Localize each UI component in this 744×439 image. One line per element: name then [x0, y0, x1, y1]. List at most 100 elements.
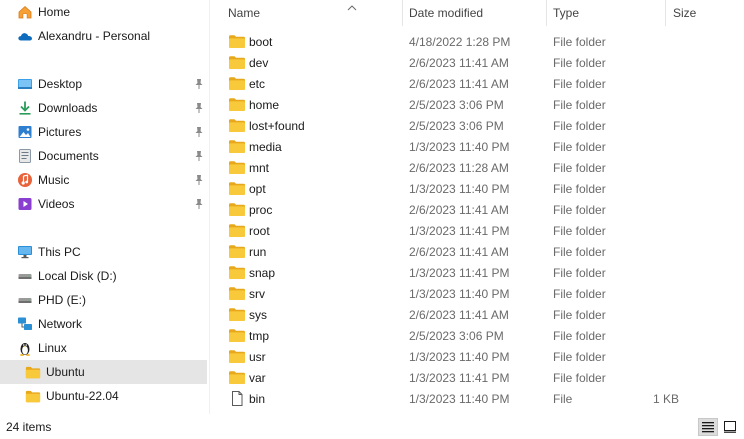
file-date-modified: 1/3/2023 11:40 PM: [409, 287, 510, 301]
file-type: File folder: [553, 329, 606, 343]
folder-icon: [228, 55, 246, 70]
file-name: etc: [249, 77, 266, 91]
file-date-modified: 2/6/2023 11:41 AM: [409, 56, 509, 70]
file-row[interactable]: root 1/3/2023 11:41 PM File folder: [214, 220, 744, 241]
file-row[interactable]: sys 2/6/2023 11:41 AM File folder: [214, 304, 744, 325]
file-row[interactable]: usr 1/3/2023 11:40 PM File folder: [214, 346, 744, 367]
drive-icon: [17, 268, 33, 284]
file-name: sys: [249, 308, 267, 322]
large-icons-view-icon: [724, 421, 736, 433]
nav-item-onedrive[interactable]: Alexandru - Personal: [0, 24, 207, 48]
file-date-modified: 4/18/2022 1:28 PM: [409, 35, 511, 49]
pin-icon[interactable]: [194, 174, 204, 186]
file-type: File folder: [553, 287, 606, 301]
file-size: 1 KB: [652, 392, 679, 406]
file-row[interactable]: lost+found 2/5/2023 3:06 PM File folder: [214, 115, 744, 136]
nav-item-label: Desktop: [38, 77, 83, 91]
nav-item-pictures[interactable]: Pictures: [0, 120, 207, 144]
folder-icon: [228, 202, 246, 217]
column-separator[interactable]: [665, 0, 666, 26]
folder-icon: [228, 160, 246, 175]
file-type: File folder: [553, 350, 606, 364]
nav-item-downloads[interactable]: Downloads: [0, 96, 207, 120]
file-row[interactable]: proc 2/6/2023 11:41 AM File folder: [214, 199, 744, 220]
videos-icon: [17, 196, 33, 212]
folder-icon: [228, 370, 246, 385]
column-header-name[interactable]: Name: [228, 6, 260, 20]
column-separator[interactable]: [546, 0, 547, 26]
pin-icon[interactable]: [194, 150, 204, 162]
nav-item-label: Ubuntu: [46, 365, 85, 379]
details-view-button[interactable]: [698, 418, 718, 436]
folder-icon: [228, 223, 246, 238]
file-name: var: [249, 371, 266, 385]
nav-item-ubuntu[interactable]: Ubuntu: [0, 360, 207, 384]
file-row[interactable]: boot 4/18/2022 1:28 PM File folder: [214, 31, 744, 52]
file-date-modified: 2/6/2023 11:41 AM: [409, 308, 509, 322]
nav-item-label: Home: [38, 5, 71, 19]
nav-item-this-pc[interactable]: This PC: [0, 240, 207, 264]
file-type: File folder: [553, 308, 606, 322]
nav-item-phd-e[interactable]: PHD (E:): [0, 288, 207, 312]
file-type: File folder: [553, 224, 606, 238]
nav-item-linux[interactable]: Linux: [0, 336, 207, 360]
file-row[interactable]: var 1/3/2023 11:41 PM File folder: [214, 367, 744, 388]
pane-divider[interactable]: [209, 0, 210, 414]
file-date-modified: 1/3/2023 11:41 PM: [409, 266, 510, 280]
file-date-modified: 2/5/2023 3:06 PM: [409, 119, 504, 133]
nav-item-music[interactable]: Music: [0, 168, 207, 192]
folder-icon: [228, 76, 246, 91]
file-date-modified: 1/3/2023 11:41 PM: [409, 371, 510, 385]
pin-icon[interactable]: [194, 78, 204, 90]
nav-item-label: Network: [38, 317, 83, 331]
file-date-modified: 2/6/2023 11:28 AM: [409, 161, 509, 175]
column-header-type[interactable]: Type: [553, 6, 579, 20]
file-name: mnt: [249, 161, 270, 175]
linux-penguin-icon: [17, 340, 33, 356]
file-type: File folder: [553, 98, 606, 112]
file-row[interactable]: srv 1/3/2023 11:40 PM File folder: [214, 283, 744, 304]
file-name: home: [249, 98, 280, 112]
file-name: opt: [249, 182, 266, 196]
file-row[interactable]: dev 2/6/2023 11:41 AM File folder: [214, 52, 744, 73]
file-row[interactable]: etc 2/6/2023 11:41 AM File folder: [214, 73, 744, 94]
pin-icon[interactable]: [194, 126, 204, 138]
file-name: lost+found: [249, 119, 305, 133]
file-type: File folder: [553, 266, 606, 280]
details-view-icon: [702, 422, 714, 433]
file-row[interactable]: bin 1/3/2023 11:40 PM File 1 KB: [214, 388, 744, 409]
file-name: tmp: [249, 329, 270, 343]
downloads-icon: [17, 100, 33, 116]
file-row[interactable]: tmp 2/5/2023 3:06 PM File folder: [214, 325, 744, 346]
column-header-date-modified[interactable]: Date modified: [409, 6, 483, 20]
drive-icon: [17, 292, 33, 308]
nav-item-videos[interactable]: Videos: [0, 192, 207, 216]
pin-icon[interactable]: [194, 102, 204, 114]
nav-item-desktop[interactable]: Desktop: [0, 72, 207, 96]
nav-item-ubuntu-22-04[interactable]: Ubuntu-22.04: [0, 384, 207, 408]
sort-ascending-icon: [347, 0, 357, 11]
nav-item-label: Alexandru - Personal: [38, 29, 151, 43]
file-date-modified: 2/6/2023 11:41 AM: [409, 245, 509, 259]
file-type: File folder: [553, 161, 606, 175]
column-header-row: Name Date modified Type Size: [214, 0, 744, 26]
file-row[interactable]: home 2/5/2023 3:06 PM File folder: [214, 94, 744, 115]
file-row[interactable]: mnt 2/6/2023 11:28 AM File folder: [214, 157, 744, 178]
column-header-size[interactable]: Size: [673, 6, 696, 20]
navigation-pane: Home Alexandru - Personal Desktop Downlo…: [0, 0, 207, 414]
nav-item-local-disk-d[interactable]: Local Disk (D:): [0, 264, 207, 288]
nav-item-network[interactable]: Network: [0, 312, 207, 336]
large-icons-view-button[interactable]: [720, 418, 740, 436]
file-date-modified: 1/3/2023 11:40 PM: [409, 350, 510, 364]
file-name: boot: [249, 35, 273, 49]
file-date-modified: 2/6/2023 11:41 AM: [409, 203, 509, 217]
file-row[interactable]: opt 1/3/2023 11:40 PM File folder: [214, 178, 744, 199]
file-row[interactable]: media 1/3/2023 11:40 PM File folder: [214, 136, 744, 157]
nav-item-documents[interactable]: Documents: [0, 144, 207, 168]
column-separator[interactable]: [402, 0, 403, 26]
file-row[interactable]: snap 1/3/2023 11:41 PM File folder: [214, 262, 744, 283]
folder-icon: [228, 34, 246, 49]
nav-item-home[interactable]: Home: [0, 0, 207, 24]
file-row[interactable]: run 2/6/2023 11:41 AM File folder: [214, 241, 744, 262]
pin-icon[interactable]: [194, 198, 204, 210]
